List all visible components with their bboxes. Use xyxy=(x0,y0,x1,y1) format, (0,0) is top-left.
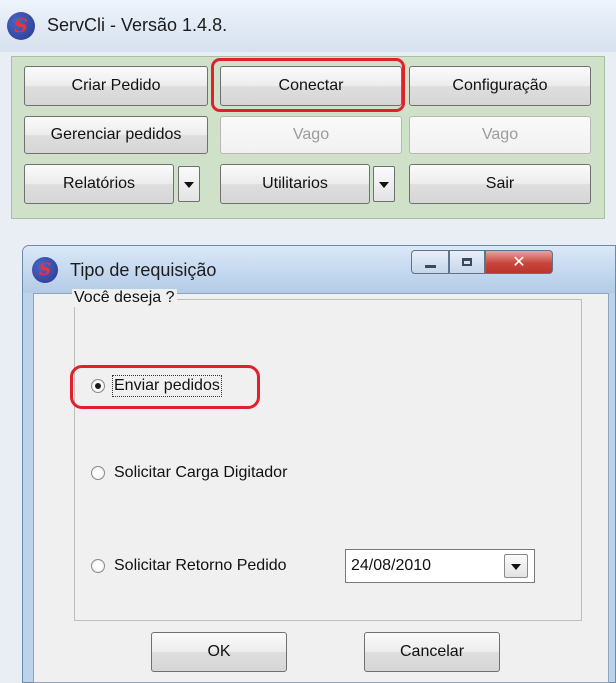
relatorios-button[interactable]: Relatórios xyxy=(24,164,174,204)
groupbox-label: Você deseja ? xyxy=(72,289,177,307)
utilitarios-dropdown-button[interactable] xyxy=(373,166,395,202)
chevron-down-icon xyxy=(511,564,521,570)
gerenciar-pedidos-button[interactable]: Gerenciar pedidos xyxy=(24,116,208,154)
radio-label-solicitar-carga[interactable]: Solicitar Carga Digitador xyxy=(114,464,287,482)
vago-button-2: Vago xyxy=(409,116,591,154)
vago-button-1: Vago xyxy=(220,116,402,154)
dialog-title: Tipo de requisição xyxy=(70,260,217,280)
request-type-groupbox: Você deseja ? Enviar pedidos Solicitar C… xyxy=(72,289,582,621)
ok-button[interactable]: OK xyxy=(151,632,287,672)
radio-button-solicitar-retorno[interactable] xyxy=(91,559,105,573)
dialog-client-area: Você deseja ? Enviar pedidos Solicitar C… xyxy=(33,289,609,683)
relatorios-dropdown-button[interactable] xyxy=(178,166,200,202)
date-picker[interactable]: 24/08/2010 xyxy=(345,549,535,583)
date-value: 24/08/2010 xyxy=(351,557,432,574)
radio-option-solicitar-carga[interactable]: Solicitar Carga Digitador xyxy=(91,462,391,486)
utilitarios-button[interactable]: Utilitarios xyxy=(220,164,370,204)
radio-button-solicitar-carga[interactable] xyxy=(91,466,105,480)
date-dropdown-button[interactable] xyxy=(504,554,528,578)
window-title: ServCli - Versão 1.4.8. xyxy=(47,15,228,35)
close-icon: ✕ xyxy=(512,254,526,271)
minimize-icon xyxy=(424,264,436,268)
conectar-highlight xyxy=(211,58,405,112)
maximize-button[interactable] xyxy=(449,250,485,274)
dialog-titlebar[interactable]: S Tipo de requisição ✕ xyxy=(23,246,615,293)
close-button[interactable]: ✕ xyxy=(485,250,553,274)
maximize-icon xyxy=(462,258,472,266)
servcli-logo-icon: S xyxy=(7,12,35,40)
radio-label-solicitar-retorno[interactable]: Solicitar Retorno Pedido xyxy=(114,557,287,575)
minimize-button[interactable] xyxy=(411,250,449,274)
tipo-requisicao-dialog: S Tipo de requisição ✕ Você deseja ? Env… xyxy=(22,245,616,683)
main-titlebar[interactable]: S ServCli - Versão 1.4.8. xyxy=(0,0,616,52)
enviar-pedidos-highlight xyxy=(70,365,260,409)
chevron-down-icon xyxy=(184,182,194,188)
cancelar-button[interactable]: Cancelar xyxy=(364,632,500,672)
criar-pedido-button[interactable]: Criar Pedido xyxy=(24,66,208,106)
configuracao-button[interactable]: Configuração xyxy=(409,66,591,106)
radio-option-solicitar-retorno[interactable]: Solicitar Retorno Pedido xyxy=(91,555,331,579)
chevron-down-icon xyxy=(379,182,389,188)
sair-button[interactable]: Sair xyxy=(409,164,591,204)
servcli-logo-icon: S xyxy=(32,257,58,283)
